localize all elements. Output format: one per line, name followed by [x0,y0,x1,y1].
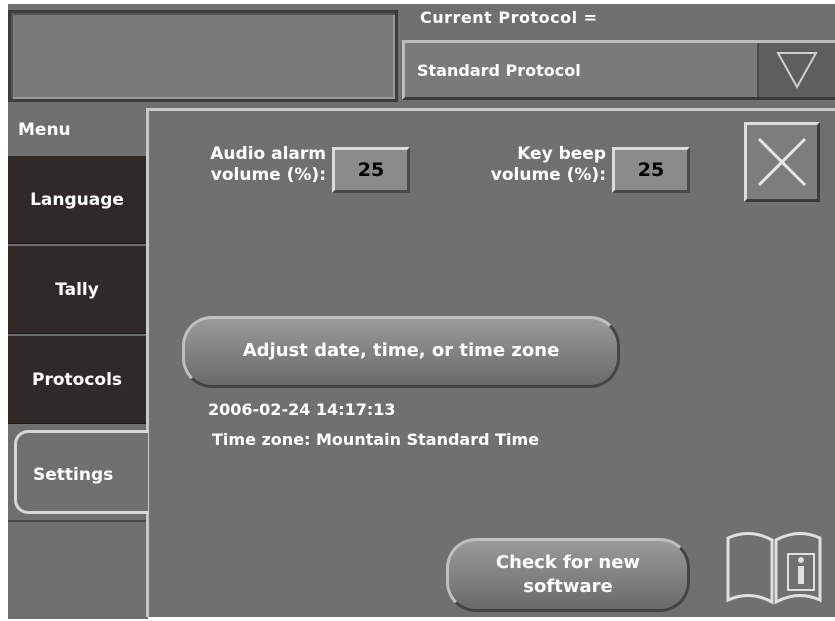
time-zone: Time zone: Mountain Standard Time [212,430,540,449]
status-area [8,10,398,102]
tab-language[interactable]: Language [8,156,146,244]
tab-label: Language [30,190,124,210]
tab-label: Tally [55,280,99,300]
menu-filler [8,520,148,619]
tab-settings[interactable]: Settings [14,430,148,514]
close-button[interactable] [744,122,820,202]
book-info-icon [726,532,822,605]
protocol-value: Standard Protocol [417,61,581,80]
dropdown-toggle[interactable] [757,43,835,97]
key-beep-label: Key beep volume (%): [490,144,606,185]
menu-title: Menu [18,120,71,140]
check-software-button[interactable]: Check for new software [446,538,690,612]
protocol-dropdown[interactable]: Standard Protocol [402,40,835,100]
audio-alarm-volume-field[interactable]: 25 [332,147,410,193]
tab-label: Protocols [31,370,123,390]
close-icon [757,137,807,187]
tab-tally[interactable]: Tally [8,246,146,334]
adjust-date-time-button[interactable]: Adjust date, time, or time zone [182,316,620,388]
audio-alarm-label: Audio alarm volume (%): [210,144,326,185]
tab-protocols[interactable]: Protocols [8,336,146,424]
help-button[interactable] [722,528,826,612]
triangle-down-icon [776,52,818,90]
current-protocol-label: Current Protocol = [420,8,598,27]
tab-label: Settings [33,465,114,485]
key-beep-volume-field[interactable]: 25 [612,147,690,193]
current-datetime: 2006-02-24 14:17:13 [208,400,396,419]
